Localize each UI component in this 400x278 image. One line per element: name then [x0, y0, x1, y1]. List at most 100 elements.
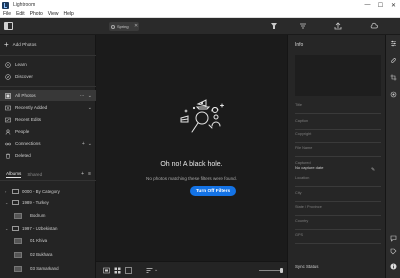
album-row[interactable]: 03 Samarkand [0, 263, 96, 274]
sidebar-toggle-icon[interactable] [4, 22, 13, 30]
field-label: State / Province [295, 205, 322, 209]
album-thumbnail [14, 237, 22, 244]
chevron-down-icon[interactable]: ⌄ [88, 93, 92, 99]
album-label: 1997 - Uzbekistan [22, 226, 58, 231]
caption-field[interactable]: Caption [295, 119, 381, 130]
discover-icon [5, 73, 11, 80]
photos-icon [5, 92, 11, 99]
maximize-button[interactable]: ☐ [374, 0, 387, 10]
minimize-button[interactable]: — [361, 0, 374, 10]
info-header: Info [295, 42, 304, 48]
recent-edits-icon [5, 117, 11, 123]
info-icon[interactable] [390, 263, 397, 270]
sort-icon[interactable] [299, 22, 307, 30]
album-row[interactable]: 01 Khiva [0, 235, 96, 246]
people-icon [5, 128, 11, 135]
menu-view[interactable]: View [48, 11, 59, 17]
copyright-field[interactable]: Copyright [295, 132, 381, 143]
sort-menu-icon[interactable] [146, 267, 153, 274]
chevron-down-icon[interactable]: ⌄ [88, 105, 92, 111]
left-sidebar: + Add Photos Learn Discover All Photos ⋯… [0, 35, 96, 278]
gps-field: GPS [295, 233, 381, 244]
album-folder-row[interactable]: › 0000 - By Category [0, 186, 96, 197]
sidebar-item-recently-added[interactable]: Recently Added ⌄ [0, 102, 96, 113]
filter-icon[interactable] [271, 23, 277, 29]
add-connection-icon[interactable]: + [82, 141, 85, 147]
album-label: 1989 - Turkey [22, 200, 49, 205]
sidebar-item-learn[interactable]: Learn [0, 59, 96, 70]
black-hole-illustration-icon [180, 99, 224, 133]
add-album-icon[interactable]: + [81, 171, 84, 177]
chevron-right-icon[interactable]: › [5, 189, 10, 194]
info-preview [295, 55, 381, 96]
search-value: Spring [117, 24, 129, 29]
add-photos-button[interactable]: + Add Photos [0, 39, 96, 50]
sidebar-item-label: Recent Edits [15, 117, 42, 122]
captured-value: No capture date [295, 165, 324, 170]
mask-icon[interactable] [390, 91, 397, 98]
edit-date-icon[interactable]: ✎ [371, 167, 375, 173]
trash-icon [5, 153, 11, 159]
more-icon[interactable]: ⋯ [80, 93, 85, 99]
photo-grid-view-icon[interactable] [103, 267, 110, 274]
album-folder-row[interactable]: ⌄ 1997 - Uzbekistan [0, 223, 96, 234]
menu-file[interactable]: File [3, 11, 11, 17]
share-icon[interactable] [334, 22, 342, 30]
menu-edit[interactable]: Edit [16, 11, 25, 17]
chevron-down-icon[interactable]: ⌄ [5, 226, 10, 231]
field-label: Caption [295, 119, 309, 123]
sidebar-item-connections[interactable]: Connections + ⌄ [0, 138, 96, 149]
file-name-field: File Name [295, 146, 381, 157]
state-province-field[interactable]: State / Province [295, 205, 381, 216]
heal-icon[interactable] [390, 57, 397, 64]
field-label: File Name [295, 146, 313, 150]
location-field[interactable]: Location [295, 176, 381, 187]
square-grid-view-icon[interactable] [114, 267, 121, 274]
edit-sliders-icon[interactable] [390, 40, 397, 47]
menu-help[interactable]: Help [64, 11, 74, 17]
tab-albums[interactable]: Albums [6, 171, 22, 178]
crop-icon[interactable] [390, 74, 397, 81]
title-field[interactable]: Title [295, 103, 381, 114]
sidebar-item-deleted[interactable]: Deleted [0, 150, 96, 161]
bottom-bar: ⌄ [96, 261, 287, 278]
plus-icon: + [4, 40, 9, 49]
turn-off-filters-button[interactable]: Turn Off Filters [190, 186, 236, 196]
album-sort-icon[interactable]: ≡ [88, 171, 91, 177]
album-row[interactable]: 02 Bukhara [0, 249, 96, 260]
info-panel: Info Title Caption Copyright File Name C… [287, 35, 385, 278]
tag-icon[interactable] [390, 248, 397, 255]
album-thumbnail [14, 212, 22, 219]
album-row[interactable]: Bodrum [0, 210, 96, 221]
menu-photo[interactable]: Photo [30, 11, 43, 17]
album-label: Bodrum [30, 213, 46, 218]
close-button[interactable]: ✕ [387, 0, 400, 10]
sidebar-item-label: Recently Added [15, 105, 48, 110]
city-field[interactable]: City [295, 191, 381, 202]
tab-shared[interactable]: Shared [27, 172, 42, 177]
chevron-down-icon[interactable]: ⌄ [154, 267, 158, 273]
comment-icon[interactable] [390, 235, 397, 242]
folder-icon [12, 200, 19, 205]
detail-view-icon[interactable] [125, 267, 132, 274]
field-label: Copyright [295, 132, 312, 136]
recently-added-icon [5, 105, 11, 111]
country-field[interactable]: Country [295, 219, 381, 230]
album-label: 03 Samarkand [30, 266, 59, 271]
cloud-sync-icon[interactable] [370, 22, 378, 30]
sidebar-item-people[interactable]: People [0, 126, 96, 137]
right-tool-strip [385, 35, 400, 278]
thumbnail-size-slider[interactable] [259, 268, 283, 273]
chevron-down-icon[interactable]: ⌄ [5, 200, 10, 205]
sidebar-item-recent-edits[interactable]: Recent Edits [0, 114, 96, 125]
top-toolbar: Spring ✕ [0, 18, 400, 35]
sidebar-item-all-photos[interactable]: All Photos ⋯ ⌄ [0, 90, 96, 101]
album-folder-row[interactable]: ⌄ 1989 - Turkey [0, 197, 96, 208]
field-label: Country [295, 219, 309, 223]
sidebar-item-discover[interactable]: Discover [0, 71, 96, 82]
chevron-down-icon[interactable]: ⌄ [88, 141, 92, 147]
photo-grid-area: Oh no! A black hole. No photos matching … [96, 35, 287, 261]
field-label: City [295, 191, 302, 195]
captured-field: Captured No capture date [295, 161, 381, 170]
search-clear-icon[interactable]: ✕ [134, 23, 138, 29]
